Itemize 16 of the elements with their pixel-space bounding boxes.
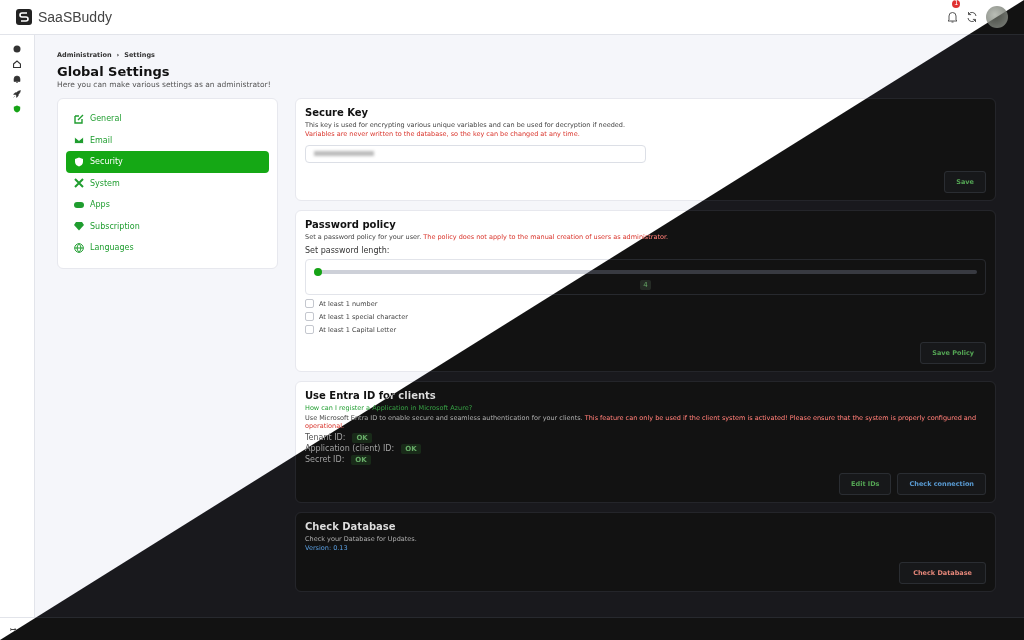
app-name: SaaSBuddy (38, 9, 112, 25)
settings-menu-item[interactable]: Subscription (66, 215, 269, 237)
page-title: Global Settings (57, 64, 171, 79)
settings-menu-item[interactable]: System (66, 172, 269, 194)
expand-sidebar-button[interactable]: ↦ (10, 624, 17, 634)
id-label: Secret ID: (305, 455, 345, 465)
settings-menu-item[interactable]: Apps (66, 194, 269, 216)
settings-menu-item[interactable]: General (66, 108, 269, 130)
field-label: Set password length: (305, 246, 391, 256)
card-title: Check Database (305, 520, 397, 532)
settings-menu-item[interactable]: Languages (66, 237, 269, 259)
id-label: Application (client) ID: (305, 444, 395, 454)
settings-menu-item[interactable]: Security (66, 151, 269, 173)
settings-menu-item[interactable]: Email (66, 129, 269, 151)
card-title: Password policy (305, 218, 397, 230)
card-title: Secure Key (305, 107, 370, 118)
